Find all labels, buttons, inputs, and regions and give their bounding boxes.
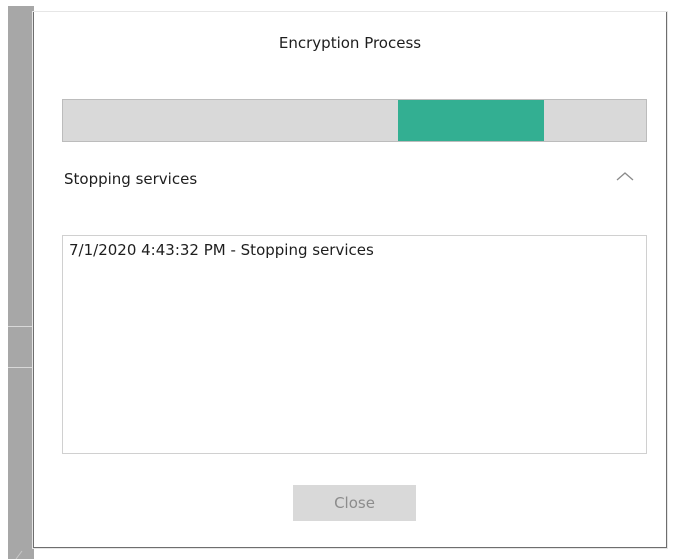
progress-bar: [62, 99, 647, 142]
close-button[interactable]: Close: [293, 485, 416, 521]
background-divider: [8, 367, 34, 368]
status-label: Stopping services: [64, 170, 198, 188]
background-window-panel: [8, 6, 34, 559]
dialog-title: Encryption Process: [278, 34, 422, 52]
background-divider: [8, 326, 34, 327]
resize-grip-icon: [15, 550, 23, 559]
encryption-process-dialog: Encryption Process Stopping services 7/1…: [33, 12, 667, 548]
progress-bar-fill: [398, 100, 544, 141]
log-line: 7/1/2020 4:43:32 PM - Stopping services: [69, 241, 374, 259]
collapse-toggle-button[interactable]: [612, 165, 638, 187]
background-window: [0, 0, 35, 559]
chevron-up-icon: [616, 172, 634, 181]
log-textbox[interactable]: 7/1/2020 4:43:32 PM - Stopping services: [62, 235, 647, 454]
